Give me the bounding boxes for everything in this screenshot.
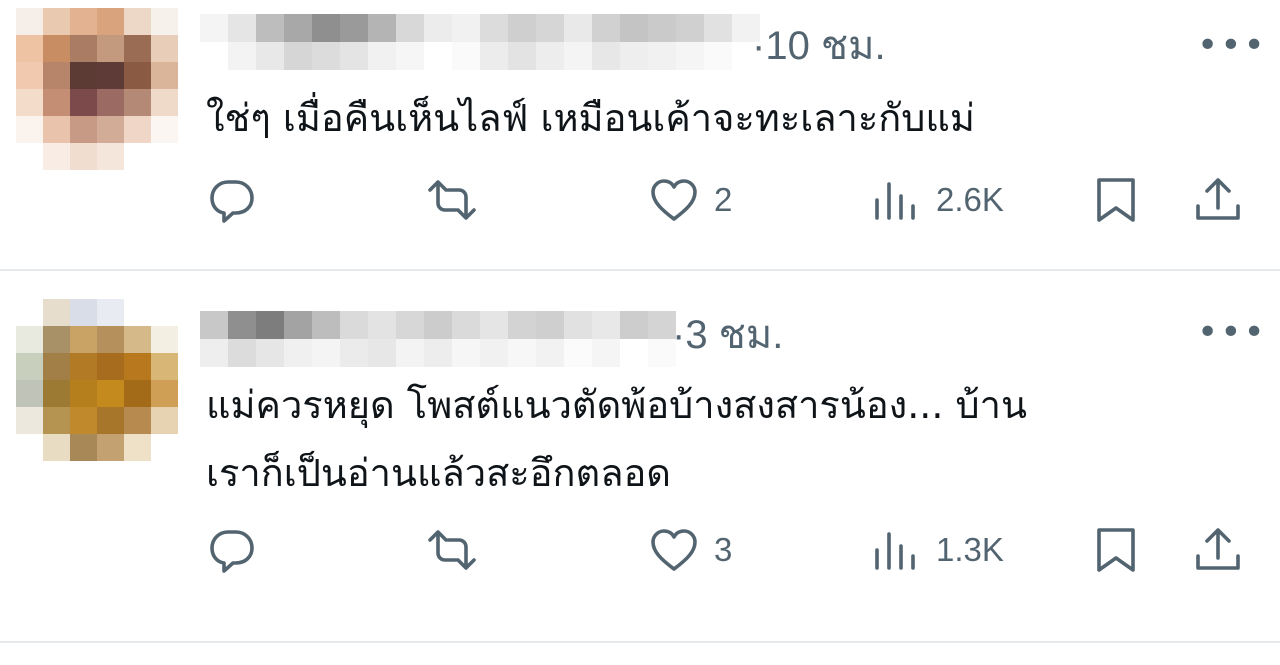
post-text: แม่ควรหยุด โพสต์แนวตัดพ้อบ้างสงสารน้อง..…	[206, 383, 1027, 495]
bookmark-button[interactable]	[1090, 174, 1142, 226]
heart-icon	[651, 529, 697, 571]
views-button[interactable]: 1.3K	[870, 524, 1004, 576]
share-icon	[1196, 528, 1240, 570]
avatar[interactable]	[16, 299, 178, 461]
view-count: 2.6K	[936, 181, 1004, 218]
post-timestamp[interactable]: ·3 ชม.	[672, 307, 783, 363]
author-name-blurred[interactable]	[200, 14, 760, 70]
retweet-button[interactable]	[426, 174, 478, 226]
retweet-button[interactable]	[426, 524, 478, 576]
avatar[interactable]	[16, 8, 178, 170]
bookmark-icon	[1097, 528, 1135, 572]
reply-icon	[210, 530, 254, 573]
like-count: 2	[714, 181, 733, 218]
share-button[interactable]	[1192, 174, 1244, 226]
reply-button[interactable]	[206, 174, 258, 226]
post[interactable]: ·10 ชม. ••• ใช่ๆ เมื่อคืนเห็นไลฟ์ เหมือน…	[0, 0, 1280, 270]
bookmark-icon	[1097, 178, 1135, 222]
more-options-button[interactable]: •••	[1197, 313, 1267, 353]
views-button[interactable]: 2.6K	[870, 174, 1004, 226]
view-count: 1.3K	[936, 531, 1004, 568]
post-timestamp[interactable]: ·10 ชม.	[752, 18, 886, 74]
like-button[interactable]: 2	[648, 174, 732, 226]
heart-icon	[651, 179, 697, 221]
retweet-icon	[428, 530, 476, 570]
views-icon	[875, 532, 915, 570]
reply-icon	[210, 180, 254, 223]
like-button[interactable]: 3	[648, 524, 732, 576]
share-button[interactable]	[1192, 524, 1244, 576]
like-count: 3	[714, 531, 733, 568]
post-divider	[0, 641, 1280, 643]
retweet-icon	[428, 180, 476, 220]
reply-button[interactable]	[206, 524, 258, 576]
post-text: ใช่ๆ เมื่อคืนเห็นไลฟ์ เหมือนเค้าจะทะเลาะ…	[206, 96, 975, 140]
more-options-button[interactable]: •••	[1197, 26, 1267, 66]
bookmark-button[interactable]	[1090, 524, 1142, 576]
share-icon	[1196, 178, 1240, 220]
views-icon	[875, 182, 915, 220]
author-name-blurred[interactable]	[200, 311, 676, 367]
post[interactable]: ·3 ชม. ••• แม่ควรหยุด โพสต์แนวตัดพ้อบ้าง…	[0, 271, 1280, 641]
